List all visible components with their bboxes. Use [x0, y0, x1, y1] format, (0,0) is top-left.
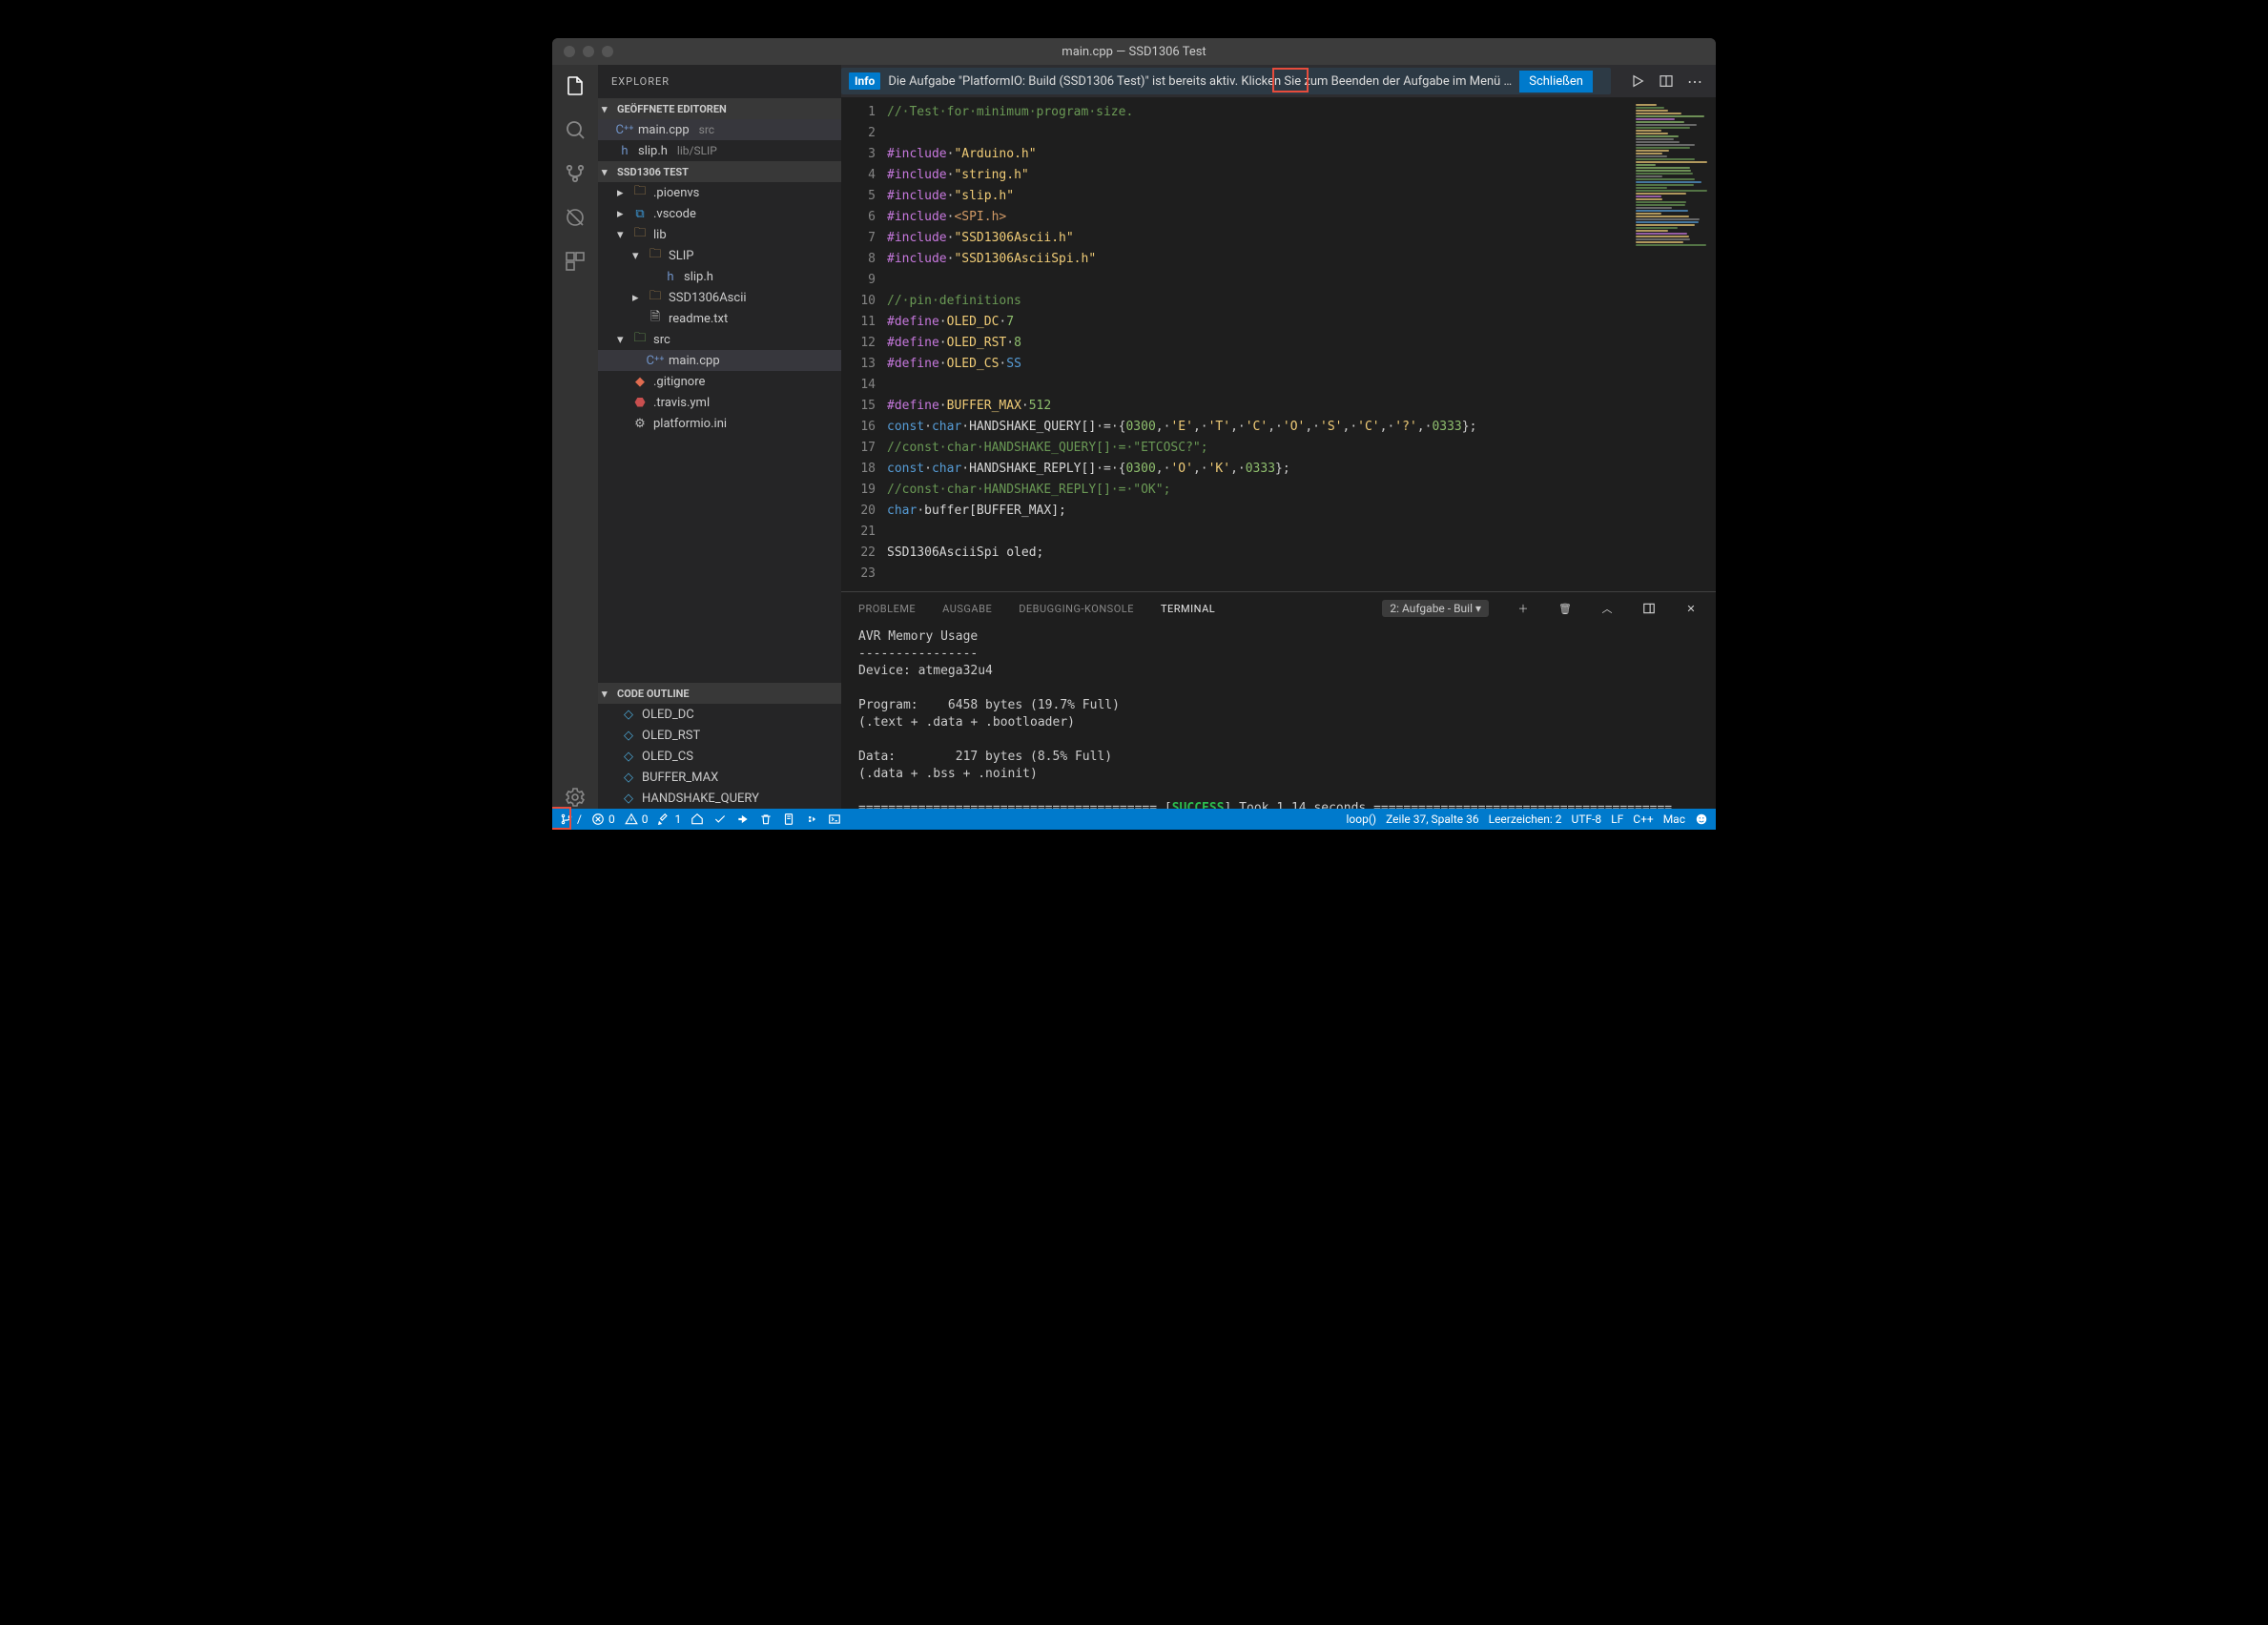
- line-gutter: 1234567891011121314151617181920212223: [841, 98, 887, 591]
- git-branch-status[interactable]: /: [560, 812, 582, 826]
- tree-item[interactable]: ▸🗀.pioenvs: [598, 182, 841, 203]
- notification-close-button[interactable]: Schließen: [1519, 71, 1593, 93]
- minimize-dot[interactable]: [583, 46, 594, 57]
- panel-layout-icon[interactable]: [1641, 602, 1657, 615]
- tree-item[interactable]: ◆.gitignore: [598, 371, 841, 392]
- tasks-status[interactable]: 1: [657, 812, 681, 826]
- panel-close-icon[interactable]: ✕: [1683, 603, 1699, 615]
- activity-bar: [552, 65, 598, 809]
- settings-gear-icon[interactable]: [564, 786, 587, 809]
- panel-up-icon[interactable]: ︿: [1599, 601, 1615, 616]
- outline-list: ◇OLED_DC◇OLED_RST◇OLED_CS◇BUFFER_MAX◇HAN…: [598, 704, 841, 809]
- panel-tab[interactable]: DEBUGGING-KONSOLE: [1019, 603, 1134, 615]
- search-icon[interactable]: [564, 118, 587, 141]
- terminal-output[interactable]: AVR Memory Usage----------------Device: …: [841, 625, 1716, 809]
- indent-status[interactable]: Leerzeichen: 2: [1489, 812, 1562, 826]
- panel-tab[interactable]: AUSGABE: [942, 603, 992, 615]
- new-terminal-icon[interactable]: ＋: [1515, 601, 1531, 616]
- split-editor-icon[interactable]: [1659, 73, 1674, 89]
- vscode-window: main.cpp — SSD1306 Test EXPLORER ▾GEÖFFN…: [552, 38, 1716, 830]
- tree-item[interactable]: hslip.h: [598, 266, 841, 287]
- tree-item[interactable]: ▸🗀SSD1306Ascii: [598, 287, 841, 308]
- notification: Info Die Aufgabe "PlatformIO: Build (SSD…: [841, 68, 1611, 94]
- outline-item[interactable]: ◇OLED_RST: [598, 725, 841, 746]
- open-editors-list: C⁺⁺main.cppsrchslip.hlib/SLIP: [598, 119, 841, 161]
- warnings-status[interactable]: 0: [625, 812, 649, 826]
- tree-item[interactable]: 🗎readme.txt: [598, 308, 841, 329]
- notification-message: Die Aufgabe "PlatformIO: Build (SSD1306 …: [888, 74, 1512, 89]
- pio-home-icon[interactable]: [691, 812, 704, 826]
- code-editor[interactable]: 1234567891011121314151617181920212223 //…: [841, 98, 1716, 591]
- current-function[interactable]: loop(): [1346, 812, 1376, 826]
- open-editor-item[interactable]: C⁺⁺main.cppsrc: [598, 119, 841, 140]
- window-controls: [564, 46, 613, 57]
- sidebar-title: EXPLORER: [598, 65, 841, 98]
- kill-terminal-icon[interactable]: 🗑: [1557, 603, 1573, 615]
- explorer-sidebar: EXPLORER ▾GEÖFFNETE EDITOREN C⁺⁺main.cpp…: [598, 65, 841, 809]
- panel-tabs: PROBLEME AUSGABE DEBUGGING-KONSOLE TERMINAL…: [841, 592, 1716, 625]
- panel-tab[interactable]: PROBLEME: [858, 603, 916, 615]
- pio-build-icon[interactable]: [713, 812, 727, 826]
- more-icon[interactable]: ⋯: [1687, 72, 1702, 91]
- outline-item[interactable]: ◇BUFFER_MAX: [598, 767, 841, 788]
- tree-item[interactable]: ⬣.travis.yml: [598, 392, 841, 413]
- outline-header[interactable]: ▾CODE OUTLINE: [598, 683, 841, 704]
- tree-item[interactable]: ▾🗀lib: [598, 224, 841, 245]
- files-icon[interactable]: [564, 74, 587, 97]
- file-tree: ▸🗀.pioenvs▸⧉.vscode▾🗀lib▾🗀SLIPhslip.h▸🗀S…: [598, 182, 841, 434]
- close-dot[interactable]: [564, 46, 575, 57]
- eol-status[interactable]: LF: [1611, 812, 1623, 826]
- terminal-selector[interactable]: 2: Aufgabe - Buil ▾: [1382, 600, 1489, 617]
- pio-serial-icon[interactable]: [805, 812, 818, 826]
- debug-icon[interactable]: [564, 206, 587, 229]
- project-header[interactable]: ▾SSD1306 TEST: [598, 161, 841, 182]
- zoom-dot[interactable]: [602, 46, 613, 57]
- language-status[interactable]: C++: [1633, 812, 1653, 826]
- minimap[interactable]: [1632, 98, 1716, 591]
- title-bar[interactable]: main.cpp — SSD1306 Test: [552, 38, 1716, 65]
- git-icon[interactable]: [564, 162, 587, 185]
- encoding-status[interactable]: UTF-8: [1572, 812, 1602, 826]
- outline-item[interactable]: ◇OLED_CS: [598, 746, 841, 767]
- code-content[interactable]: //·Test·for·minimum·program·size. #inclu…: [887, 98, 1632, 591]
- pio-terminal-icon[interactable]: [828, 812, 841, 826]
- info-badge: Info: [849, 72, 880, 90]
- pio-clean-icon[interactable]: [759, 812, 773, 826]
- pio-test-icon[interactable]: [782, 812, 795, 826]
- bottom-panel: PROBLEME AUSGABE DEBUGGING-KONSOLE TERMINAL…: [841, 591, 1716, 809]
- tree-item[interactable]: C⁺⁺main.cpp: [598, 350, 841, 371]
- pio-upload-icon[interactable]: [736, 812, 750, 826]
- tree-item[interactable]: ▸⧉.vscode: [598, 203, 841, 224]
- tree-item[interactable]: ⚙platformio.ini: [598, 413, 841, 434]
- open-editor-item[interactable]: hslip.hlib/SLIP: [598, 140, 841, 161]
- tree-item[interactable]: ▾🗀SLIP: [598, 245, 841, 266]
- editor-region: Info Die Aufgabe "PlatformIO: Build (SSD…: [841, 65, 1716, 809]
- os-status[interactable]: Mac: [1663, 812, 1685, 826]
- panel-tab[interactable]: TERMINAL: [1161, 603, 1215, 615]
- open-editors-header[interactable]: ▾GEÖFFNETE EDITOREN: [598, 98, 841, 119]
- outline-item[interactable]: ◇HANDSHAKE_QUERY: [598, 788, 841, 809]
- window-title: main.cpp — SSD1306 Test: [552, 45, 1716, 59]
- cursor-position[interactable]: Zeile 37, Spalte 36: [1386, 812, 1479, 826]
- tree-item[interactable]: ▾🗀src: [598, 329, 841, 350]
- extensions-icon[interactable]: [564, 250, 587, 273]
- editor-header: Info Die Aufgabe "PlatformIO: Build (SSD…: [841, 65, 1716, 98]
- status-bar: / 0 0 1 loop() Zeile 37, Spalte 36 Leerz…: [552, 809, 1716, 830]
- outline-item[interactable]: ◇OLED_DC: [598, 704, 841, 725]
- run-icon[interactable]: [1630, 73, 1645, 89]
- errors-status[interactable]: 0: [591, 812, 615, 826]
- editor-title-actions: ⋯: [1617, 72, 1716, 91]
- feedback-icon[interactable]: [1695, 812, 1708, 826]
